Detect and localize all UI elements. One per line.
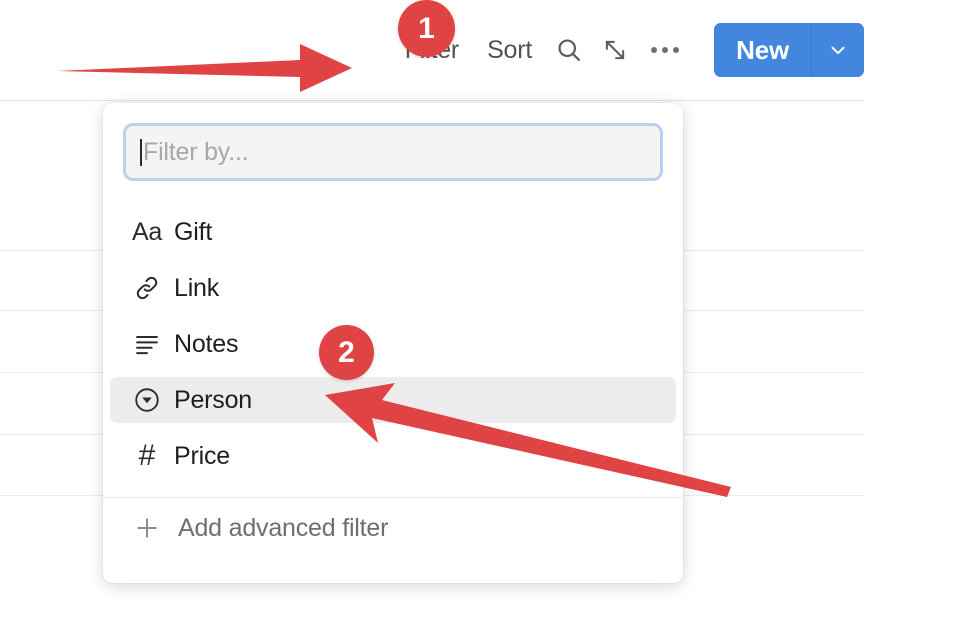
filter-button[interactable]: Filter	[391, 30, 473, 71]
filter-option-list: Aa Gift Link Notes Person # Price	[103, 209, 683, 479]
filter-option-notes[interactable]: Notes	[110, 321, 676, 367]
new-button[interactable]: New	[714, 23, 811, 77]
sort-button[interactable]: Sort	[473, 30, 546, 71]
filter-input-wrap: Filter by...	[103, 103, 683, 179]
filter-popup: Filter by... Aa Gift Link Notes Person #…	[103, 103, 683, 583]
hash-number-icon: #	[138, 439, 156, 472]
more-horizontal-icon[interactable]	[638, 27, 692, 73]
expand-diagonal-icon[interactable]	[592, 27, 638, 73]
filter-option-label: Price	[174, 441, 230, 470]
filter-input-placeholder: Filter by...	[143, 137, 249, 166]
new-button-group: New	[714, 23, 864, 77]
link-chain-icon	[120, 274, 174, 302]
filter-option-label: Link	[174, 273, 220, 302]
toolbar: Filter Sort New	[0, 0, 864, 101]
search-icon[interactable]	[546, 27, 592, 73]
text-aa-icon: Aa	[132, 217, 162, 246]
filter-option-label: Notes	[174, 329, 239, 358]
select-circle-icon	[120, 385, 174, 415]
plus-icon	[120, 514, 174, 542]
filter-option-person[interactable]: Person	[110, 377, 676, 423]
filter-option-label: Gift	[174, 217, 213, 246]
filter-option-label: Person	[174, 385, 253, 414]
dot	[673, 47, 680, 53]
filter-option-link[interactable]: Link	[110, 265, 676, 311]
app-content-surface: Filter Sort New Filter by... Aa Gift Lin…	[0, 0, 864, 634]
add-advanced-filter-label: Add advanced filter	[178, 513, 389, 542]
text-cursor	[140, 138, 142, 166]
chevron-down-icon[interactable]	[811, 23, 864, 77]
dot	[651, 47, 658, 53]
filter-option-gift[interactable]: Aa Gift	[110, 209, 676, 255]
add-advanced-filter-button[interactable]: Add advanced filter	[103, 498, 683, 558]
dot	[662, 47, 669, 53]
filter-option-price[interactable]: # Price	[110, 433, 676, 479]
filter-input[interactable]: Filter by...	[125, 125, 661, 179]
text-lines-icon	[120, 330, 174, 358]
